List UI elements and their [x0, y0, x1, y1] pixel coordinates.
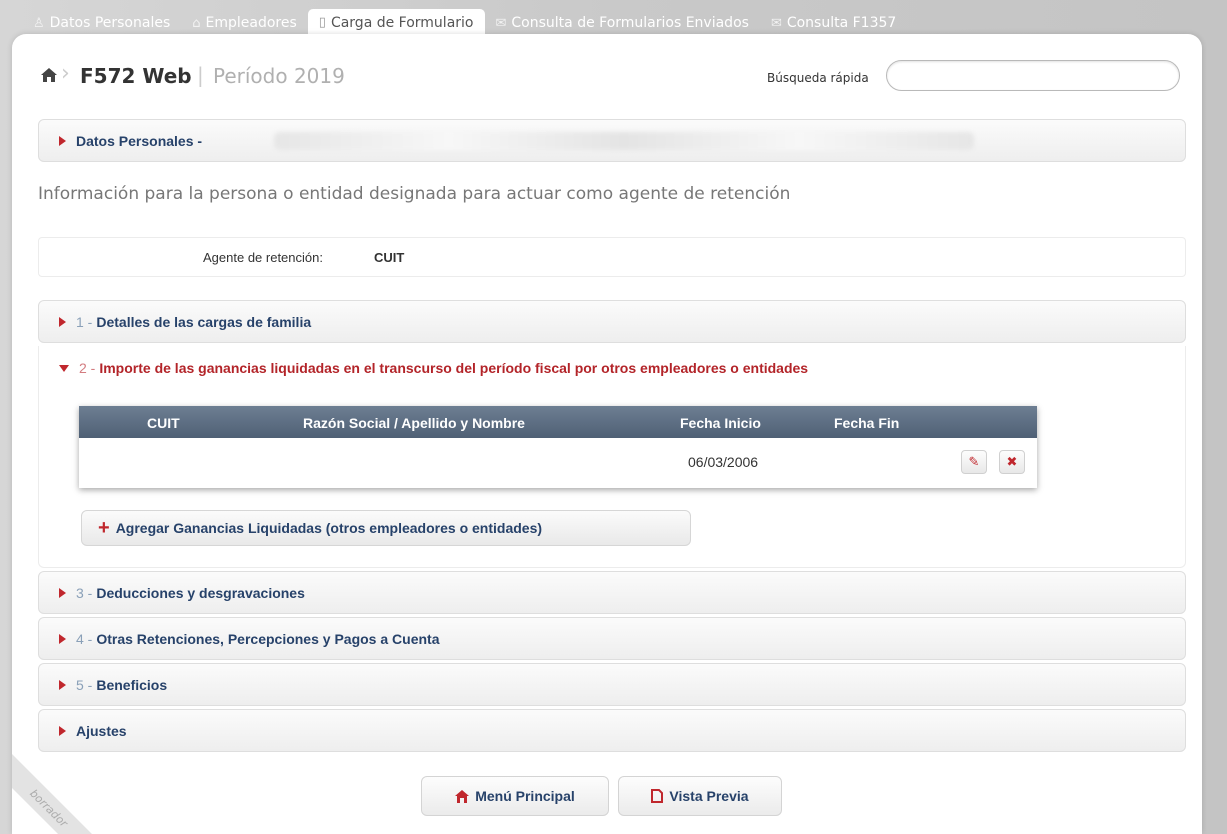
cell-fecha-inicio: 06/03/2006: [688, 454, 759, 470]
pencil-icon: ✎: [968, 454, 980, 470]
tab-label: Consulta de Formularios Enviados: [511, 15, 749, 31]
tab-label: Empleadores: [205, 15, 297, 31]
tab-carga-de-formulario[interactable]: ▯ Carga de Formulario: [307, 9, 485, 36]
main-menu-button[interactable]: Menú Principal: [421, 776, 609, 816]
section-number: 1 -: [76, 313, 93, 330]
main-panel: › F572 Web | Período 2019 Búsqueda rápid…: [12, 34, 1202, 834]
column-header-razon-social: Razón Social / Apellido y Nombre: [303, 415, 525, 431]
accordion-label: Importe de las ganancias liquidadas en e…: [99, 360, 809, 376]
draft-watermark: borrador: [12, 746, 111, 834]
agent-box: Agente de retención: CUIT: [38, 237, 1186, 277]
caret-right-icon: [59, 725, 66, 736]
plus-icon: +: [98, 517, 110, 539]
section-number: 2 -: [79, 360, 96, 376]
search-label: Búsqueda rápida: [767, 71, 869, 85]
add-button-label: Agregar Ganancias Liquidadas (otros empl…: [115, 520, 543, 536]
tab-datos-personales[interactable]: ♙ Datos Personales: [22, 10, 181, 36]
tab-empleadores[interactable]: ⌂ Empleadores: [181, 10, 308, 36]
edit-button[interactable]: ✎: [961, 450, 987, 474]
envelope-icon: ✉: [770, 15, 782, 31]
accordion-section-3[interactable]: 3 - Deducciones y desgravaciones: [38, 571, 1186, 614]
redacted-text: [274, 132, 974, 150]
agent-label: Agente de retención:: [203, 250, 323, 265]
tab-consulta-formularios-enviados[interactable]: ✉ Consulta de Formularios Enviados: [485, 10, 760, 36]
add-earnings-button[interactable]: + Agregar Ganancias Liquidadas (otros em…: [81, 510, 691, 546]
caret-right-icon: [59, 587, 66, 598]
period-label: Período 2019: [213, 64, 345, 88]
document-icon: ▯: [318, 15, 326, 30]
top-tabs: ♙ Datos Personales ⌂ Empleadores ▯ Carga…: [22, 8, 907, 36]
accordion-datos-personales[interactable]: Datos Personales -: [38, 119, 1186, 162]
accordion-label: Deducciones y desgravaciones: [96, 584, 305, 601]
breadcrumb-separator-icon: ›: [61, 61, 70, 86]
tab-label: Consulta F1357: [786, 15, 897, 31]
accordion-section-2: 2 - Importe de las ganancias liquidadas …: [38, 346, 1186, 568]
tab-consulta-f1357[interactable]: ✉ Consulta F1357: [760, 10, 907, 36]
caret-right-icon: [59, 633, 66, 644]
accordion-section-1[interactable]: 1 - Detalles de las cargas de familia: [38, 300, 1186, 343]
info-text: Información para la persona o entidad de…: [38, 184, 791, 204]
accordion-label: Datos Personales -: [76, 132, 203, 149]
user-icon: ♙: [33, 15, 45, 31]
caret-down-icon: [59, 364, 69, 372]
accordion-label: Otras Retenciones, Percepciones y Pagos …: [96, 630, 440, 647]
preview-label: Vista Previa: [669, 788, 749, 804]
close-icon: ✖: [1006, 454, 1018, 470]
envelope-icon: ✉: [495, 15, 507, 31]
table-row: 06/03/2006 ✎ ✖: [79, 438, 1037, 488]
caret-right-icon: [59, 135, 66, 146]
preview-button[interactable]: Vista Previa: [618, 776, 782, 816]
building-icon: ⌂: [192, 15, 201, 31]
delete-button[interactable]: ✖: [999, 450, 1025, 474]
home-icon: [455, 789, 470, 803]
tab-label: Datos Personales: [49, 15, 171, 31]
title-separator: |: [197, 63, 204, 87]
agent-value: CUIT: [374, 250, 405, 265]
accordion-label: Beneficios: [96, 676, 168, 693]
caret-right-icon: [59, 316, 66, 327]
tab-label: Carga de Formulario: [330, 14, 474, 31]
caret-right-icon: [59, 679, 66, 690]
main-menu-label: Menú Principal: [475, 788, 575, 804]
column-header-cuit: CUIT: [147, 415, 180, 431]
accordion-label: Detalles de las cargas de familia: [96, 313, 312, 330]
section-number: 3 -: [76, 584, 93, 601]
page-header: › F572 Web | Período 2019 Búsqueda rápid…: [12, 34, 1202, 112]
accordion-ajustes[interactable]: Ajustes: [38, 709, 1186, 752]
section-number: 4 -: [76, 630, 93, 647]
accordion-section-5[interactable]: 5 - Beneficios: [38, 663, 1186, 706]
page-title: F572 Web: [80, 64, 192, 88]
table-header: CUIT Razón Social / Apellido y Nombre Fe…: [79, 406, 1037, 438]
column-header-fecha-inicio: Fecha Inicio: [680, 415, 761, 431]
accordion-label: Ajustes: [76, 722, 127, 739]
accordion-section-4[interactable]: 4 - Otras Retenciones, Percepciones y Pa…: [38, 617, 1186, 660]
search-input[interactable]: [886, 60, 1180, 91]
column-header-fecha-fin: Fecha Fin: [834, 415, 900, 431]
home-icon[interactable]: [41, 68, 57, 82]
section-2-header[interactable]: 2 - Importe de las ganancias liquidadas …: [59, 360, 808, 376]
earnings-table: CUIT Razón Social / Apellido y Nombre Fe…: [79, 406, 1037, 488]
section-number: 5 -: [76, 676, 93, 693]
document-icon: [651, 789, 664, 803]
